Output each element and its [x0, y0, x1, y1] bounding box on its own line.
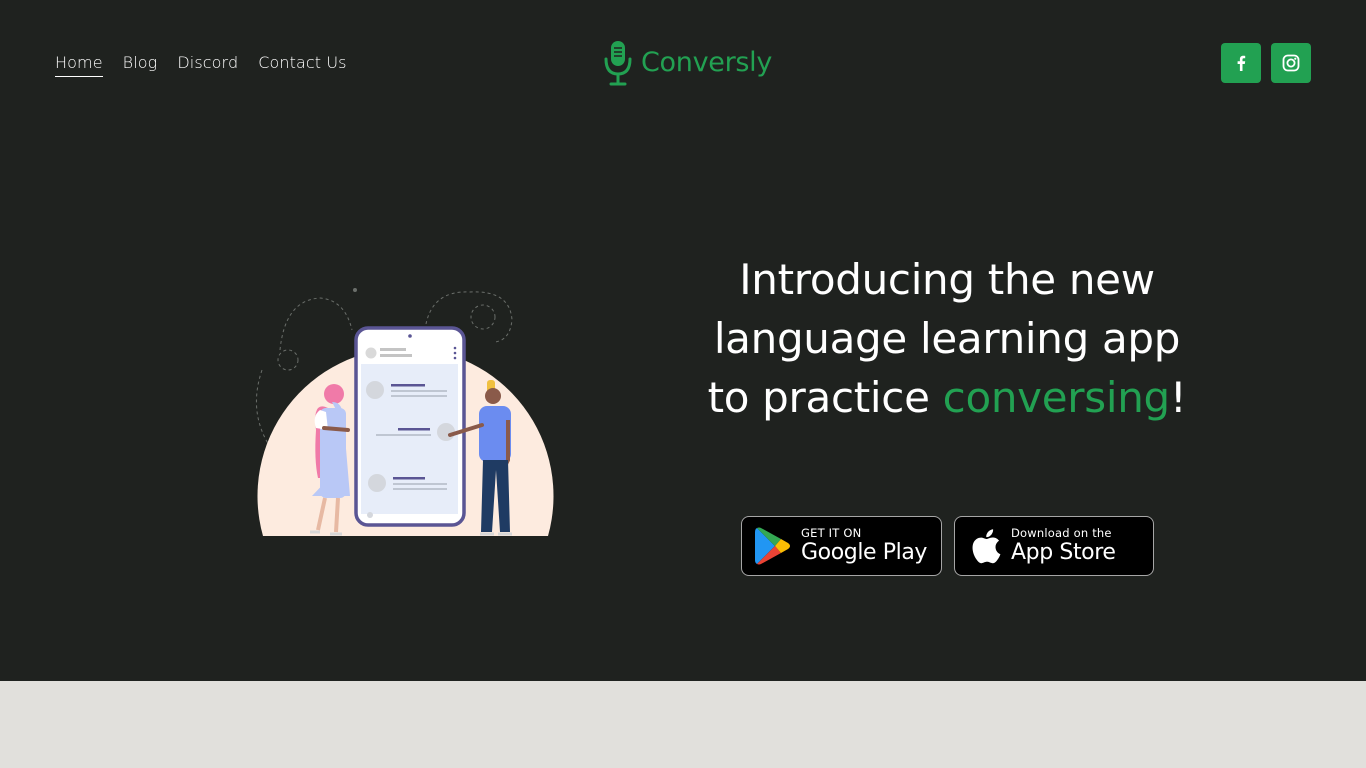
nav-discord-link[interactable]: Discord — [177, 52, 238, 77]
microphone-icon — [604, 41, 632, 86]
headline-end: ! — [1169, 373, 1187, 422]
site-header: Home Blog Discord Contact Us Conversly — [0, 0, 1366, 126]
google-play-icon — [755, 527, 790, 565]
facebook-icon — [1237, 55, 1246, 71]
headline-accent: conversing — [942, 373, 1171, 422]
main-nav: Home Blog Discord Contact Us — [55, 52, 367, 77]
nav-home-link[interactable]: Home — [55, 52, 103, 77]
nav-contact-link[interactable]: Contact Us — [258, 52, 346, 77]
google-play-badge[interactable]: GET IT ON Google Play — [741, 516, 942, 576]
hero-headline: Introducing the new language learning ap… — [707, 250, 1187, 427]
logo-text: Conversly — [641, 47, 773, 78]
next-section — [0, 681, 1366, 768]
people-with-phone-chat-illustration — [256, 288, 554, 536]
app-store-small-text: Download on the — [1011, 525, 1112, 540]
instagram-icon — [1282, 54, 1300, 72]
google-play-text: GET IT ON Google Play — [801, 525, 928, 566]
instagram-button[interactable] — [1271, 43, 1311, 83]
app-store-text: Download on the App Store — [1011, 525, 1116, 566]
social-links — [1221, 43, 1311, 83]
google-play-big-text: Google Play — [801, 539, 928, 565]
site-logo[interactable]: Conversly — [603, 40, 772, 86]
nav-blog-link[interactable]: Blog — [123, 52, 158, 77]
hero-section: Introducing the new language learning ap… — [0, 126, 1366, 681]
store-badges: GET IT ON Google Play Download on the Ap… — [741, 516, 1154, 576]
app-store-big-text: App Store — [1011, 539, 1116, 565]
app-store-badge[interactable]: Download on the App Store — [954, 516, 1154, 576]
google-play-small-text: GET IT ON — [801, 525, 862, 540]
apple-icon — [972, 529, 1001, 564]
facebook-button[interactable] — [1221, 43, 1261, 83]
